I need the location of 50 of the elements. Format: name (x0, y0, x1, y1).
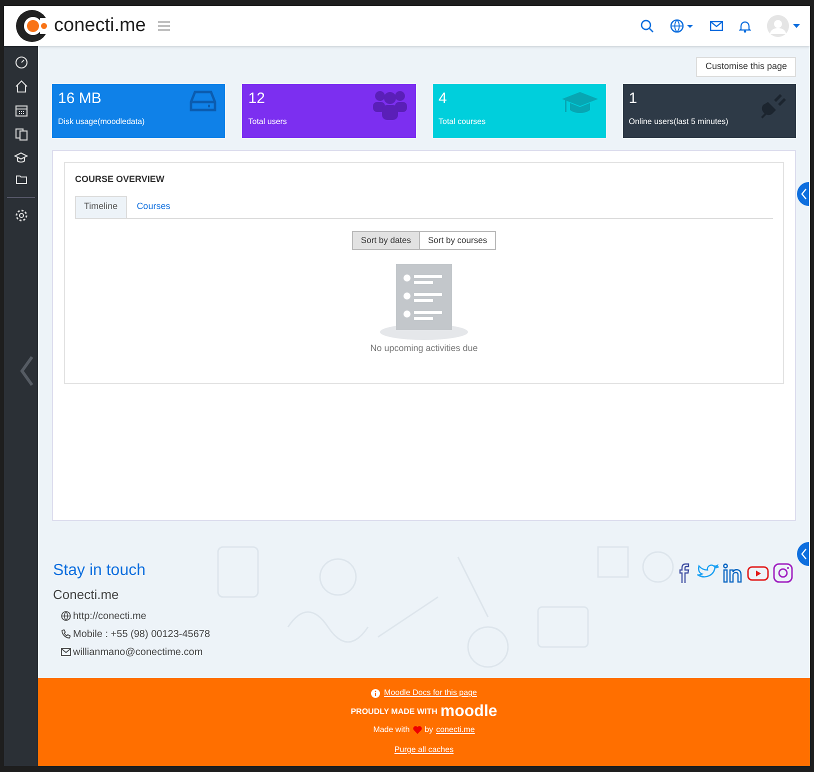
footer-heading: Stay in touch (53, 561, 146, 581)
search-icon[interactable] (640, 19, 654, 33)
phone-icon (61, 629, 71, 639)
stat-label: Total users (248, 116, 287, 128)
stat-label: Total courses (438, 116, 486, 128)
caret-icon[interactable] (793, 24, 800, 28)
stat-value: 1 (628, 90, 638, 108)
dashboard-icon[interactable] (14, 56, 28, 69)
stat-label: Disk usage(moodledata) (58, 116, 145, 128)
tab[interactable]: Courses (126, 196, 180, 218)
folder-icon[interactable] (16, 175, 26, 184)
card-title: COURSE OVERVIEW (75, 173, 166, 186)
stat-value: 16 MB (58, 90, 102, 108)
site-name[interactable]: conecti.me (54, 12, 146, 40)
drawer-toggle-icon[interactable] (797, 542, 810, 566)
contact-text: http://conecti.me (73, 610, 146, 624)
heart-icon (412, 726, 422, 734)
calendar-icon[interactable] (14, 104, 28, 117)
customise-page-button[interactable]: Customise this page (696, 57, 796, 77)
users-icon (372, 90, 408, 120)
contact-text: Mobile : +55 (98) 00123-45678 (73, 628, 210, 642)
envelope-icon (61, 648, 71, 656)
empty-list-icon (379, 264, 469, 340)
settings-icon[interactable] (14, 209, 28, 222)
tab[interactable]: Timeline (75, 196, 127, 218)
home-icon[interactable] (14, 80, 28, 93)
globe-icon (61, 611, 71, 621)
graduation-cap-icon[interactable] (14, 152, 28, 164)
made-with-text: PROUDLY MADE WITH (350, 706, 438, 718)
contact-text: willianmano@conectime.com (73, 646, 203, 660)
sort-button[interactable]: Sort by courses (419, 230, 496, 250)
sort-button[interactable]: Sort by dates (352, 230, 420, 250)
made-with-label: Made with (373, 724, 410, 736)
mail-icon[interactable] (710, 21, 723, 31)
files-icon[interactable] (14, 128, 28, 141)
drawer-toggle-icon[interactable] (797, 182, 810, 206)
by-label: by (424, 724, 434, 736)
stat-value: 4 (438, 90, 447, 108)
menu-icon[interactable] (158, 21, 170, 31)
stat-label: Online users(last 5 minutes) (628, 116, 728, 128)
stat-value: 12 (248, 90, 265, 108)
instagram-icon[interactable] (773, 563, 793, 583)
language-icon[interactable] (670, 19, 694, 33)
info-icon (371, 688, 380, 698)
company-name: Conecti.me (53, 586, 120, 604)
moodle-logo: moodle (440, 703, 498, 720)
bell-icon[interactable] (739, 20, 751, 32)
linkedin-icon[interactable] (723, 563, 743, 583)
empty-message: No upcoming activities due (370, 342, 478, 355)
hard-drive-icon (189, 90, 218, 112)
